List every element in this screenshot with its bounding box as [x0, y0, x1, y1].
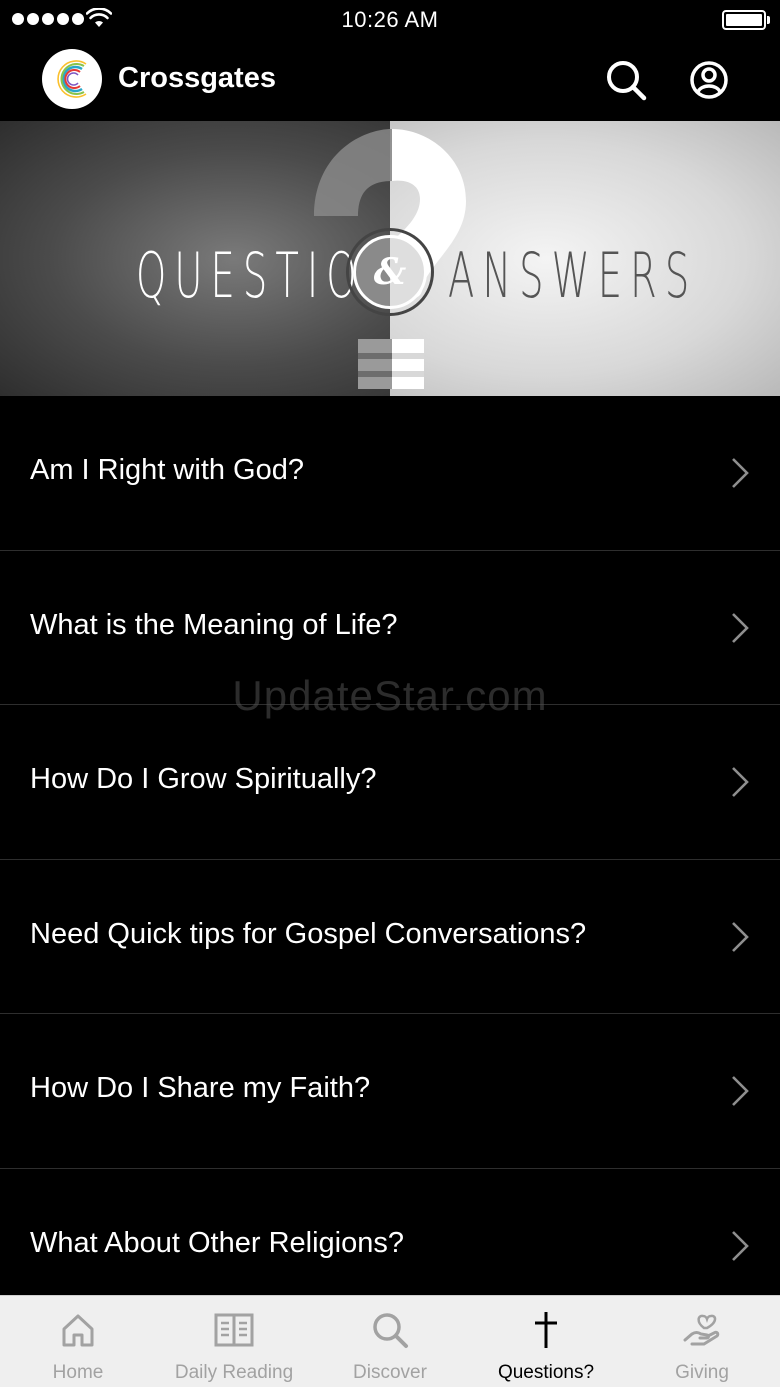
crossgates-logo[interactable]	[42, 49, 102, 109]
tab-daily-reading[interactable]: Daily Reading	[156, 1296, 312, 1387]
tab-home[interactable]: Home	[0, 1296, 156, 1387]
list-item[interactable]: What is the Meaning of Life?	[0, 551, 780, 705]
app-header: Crossgates	[0, 40, 780, 121]
search-icon	[373, 1313, 408, 1348]
tab-label: Questions?	[497, 1362, 595, 1383]
home-icon	[62, 1314, 94, 1347]
list-item-label: How Do I Grow Spiritually?	[30, 763, 377, 795]
tab-label: Discover	[353, 1362, 427, 1383]
tab-giving[interactable]: Giving	[624, 1296, 780, 1387]
search-icon[interactable]	[604, 58, 648, 102]
list-item-label: What is the Meaning of Life?	[30, 608, 398, 641]
banner-answers-text: ANSWERS	[448, 239, 698, 312]
tab-bar: Home Daily Reading Discover Questions? G…	[0, 1295, 780, 1387]
list-item-label: How Do I Share my Faith?	[30, 1072, 371, 1104]
battery-icon	[722, 10, 770, 30]
heart-hand-icon	[683, 1314, 720, 1346]
status-time: 10:26 AM	[341, 7, 439, 32]
status-bar: 10:26 AM	[0, 0, 780, 40]
tab-label: Daily Reading	[174, 1362, 294, 1383]
list-item[interactable]: Am I Right with God?	[0, 396, 780, 551]
list-item[interactable]: How Do I Share my Faith?	[0, 1014, 780, 1169]
ampersand-text: &	[353, 235, 427, 309]
chevron-right-icon	[732, 921, 749, 952]
tab-label: Home	[52, 1362, 104, 1383]
list-item[interactable]: Need Quick tips for Gospel Conversations…	[0, 860, 780, 1014]
questions-answers-banner: QUESTIONS ANSWERS &	[0, 121, 780, 396]
app-title: Crossgates	[118, 62, 276, 94]
cross-icon	[535, 1312, 557, 1348]
tab-discover[interactable]: Discover	[312, 1296, 468, 1387]
chevron-right-icon	[732, 612, 749, 643]
chevron-right-icon	[732, 458, 749, 488]
chevron-right-icon	[732, 1076, 749, 1106]
list-item-label: Need Quick tips for Gospel Conversations…	[30, 917, 587, 950]
tab-questions[interactable]: Questions?	[468, 1296, 624, 1387]
chevron-right-icon	[732, 767, 749, 797]
account-icon[interactable]	[687, 58, 731, 102]
list-item-label: What About Other Religions?	[30, 1226, 404, 1259]
book-icon	[214, 1313, 254, 1347]
ampersand-badge: &	[346, 228, 434, 316]
chevron-right-icon	[732, 1230, 749, 1261]
questions-list: Am I Right with God? What is the Meaning…	[0, 396, 780, 1323]
tab-label: Giving	[675, 1362, 729, 1383]
list-item[interactable]: How Do I Grow Spiritually?	[0, 705, 780, 860]
list-item-label: Am I Right with God?	[30, 454, 304, 486]
